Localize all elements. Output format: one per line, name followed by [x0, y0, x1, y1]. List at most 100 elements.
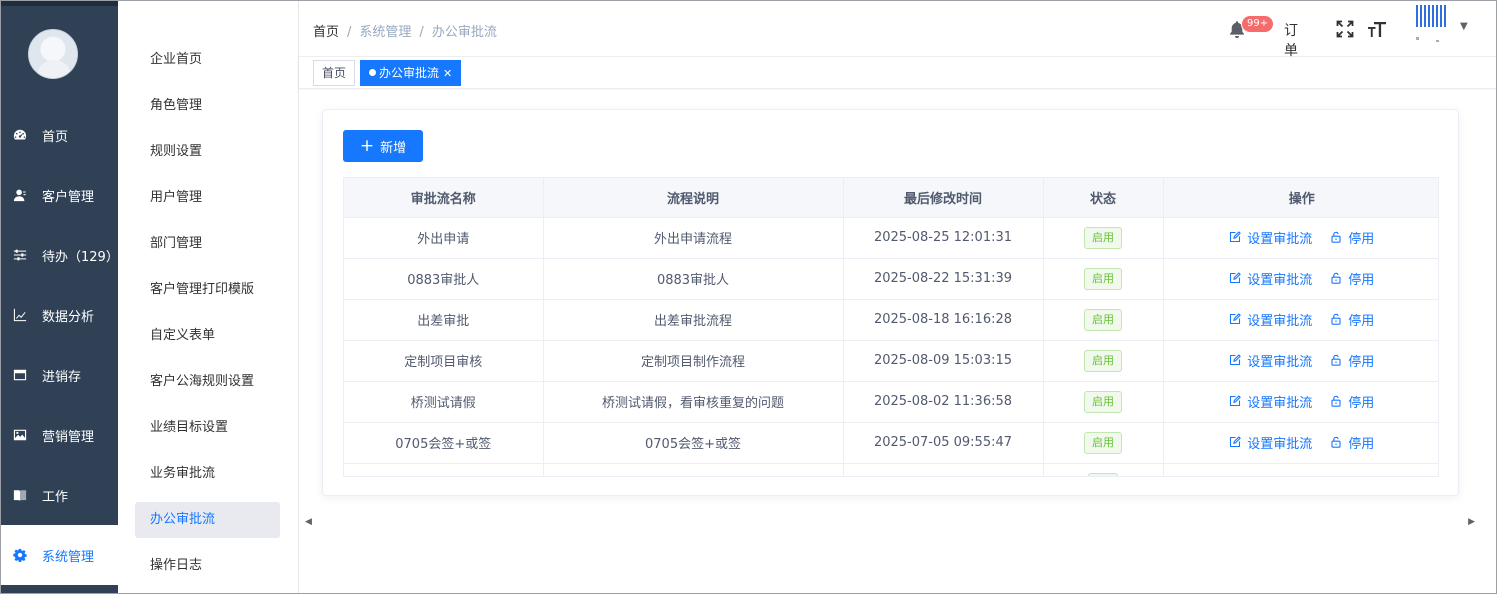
- edit-icon: [1229, 436, 1247, 448]
- sidebar-item-label: 工作: [42, 489, 69, 505]
- cell-actions: 设置审批流 停用: [1163, 258, 1438, 300]
- breadcrumb-home[interactable]: 首页: [313, 25, 339, 40]
- subnav-item[interactable]: 自定义表单: [135, 318, 280, 354]
- configure-flow-label: 设置审批流: [1247, 354, 1313, 370]
- tag-label: 办公审批流: [379, 66, 440, 80]
- disable-link[interactable]: 停用: [1330, 228, 1374, 247]
- table-row: [344, 463, 1438, 476]
- configure-flow-link[interactable]: 设置审批流: [1229, 310, 1312, 329]
- sidebar-item-work[interactable]: 工作: [1, 465, 118, 525]
- configure-flow-link[interactable]: 设置审批流: [1229, 269, 1312, 288]
- status-badge: 启用: [1084, 349, 1122, 372]
- user-avatar[interactable]: [1412, 3, 1448, 45]
- cell-name: 外出申请: [344, 217, 544, 259]
- active-dot: [369, 69, 376, 76]
- cell-modified-time: 2025-08-09 15:03:15: [843, 340, 1044, 382]
- disable-label: 停用: [1348, 354, 1375, 370]
- configure-flow-label: 设置审批流: [1247, 436, 1313, 452]
- unlock-icon: [1330, 395, 1348, 407]
- add-button[interactable]: + 新增: [343, 130, 423, 162]
- configure-flow-link[interactable]: 设置审批流: [1229, 392, 1312, 411]
- subnav-item[interactable]: 客户管理打印模版: [135, 272, 280, 308]
- subnav-item[interactable]: 业绩目标设置: [135, 410, 280, 446]
- cell-actions: 设置审批流 停用: [1163, 422, 1438, 464]
- cell-description: 桥测试请假，看审核重复的问题: [543, 381, 844, 423]
- table-row: 桥测试请假 桥测试请假，看审核重复的问题 2025-08-02 11:36:58 启用…: [344, 381, 1438, 423]
- configure-flow-link[interactable]: 设置审批流: [1229, 228, 1312, 247]
- cell-name: 0883审批人: [344, 258, 544, 300]
- cell-actions: 设置审批流 停用: [1163, 381, 1438, 423]
- breadcrumb-section: 系统管理: [359, 25, 412, 40]
- sliders-icon: [13, 248, 27, 262]
- scroll-left-arrow[interactable]: ◀: [305, 517, 312, 527]
- cell-status: 启用: [1043, 422, 1164, 464]
- table-row: 出差审批 出差审批流程 2025-08-18 16:16:28 启用 设置审批流 停用: [344, 299, 1438, 341]
- disable-link[interactable]: 停用: [1330, 269, 1374, 288]
- disable-link[interactable]: 停用: [1330, 433, 1374, 452]
- sidebar-item-inventory[interactable]: 进销存: [1, 345, 118, 405]
- subnav-item[interactable]: 部门管理: [135, 226, 280, 262]
- disable-link[interactable]: 停用: [1330, 392, 1374, 411]
- fullscreen-icon[interactable]: [1336, 20, 1354, 38]
- sidebar-item-analytics[interactable]: 数据分析: [1, 285, 118, 345]
- subnav-item-active[interactable]: 办公审批流: [135, 502, 280, 538]
- sidebar-item-system[interactable]: 系统管理: [1, 525, 118, 585]
- sidebar-item-label: 营销管理: [42, 429, 95, 445]
- configure-flow-label: 设置审批流: [1247, 395, 1313, 411]
- edit-icon: [1229, 354, 1247, 366]
- sidebar-item-customers[interactable]: 客户管理: [1, 165, 118, 225]
- subnav-item[interactable]: 角色管理: [135, 88, 280, 124]
- cell-name: 出差审批: [344, 299, 544, 341]
- scroll-right-arrow[interactable]: ▶: [1468, 517, 1475, 527]
- status-badge: 启用: [1084, 267, 1122, 290]
- chevron-down-icon[interactable]: ▼: [1460, 21, 1468, 32]
- subnav-item[interactable]: 操作日志: [135, 548, 280, 584]
- cell-description: 外出申请流程: [543, 217, 844, 259]
- cell-modified-time: 2025-08-22 15:31:39: [843, 258, 1044, 300]
- disable-link[interactable]: 停用: [1330, 310, 1374, 329]
- cell-status: 启用: [1043, 217, 1164, 259]
- cell-status: 启用: [1043, 381, 1164, 423]
- subnav-item[interactable]: 规则设置: [135, 134, 280, 170]
- bell-icon[interactable]: 99+: [1227, 15, 1275, 39]
- table-row: 定制项目审核 定制项目制作流程 2025-08-09 15:03:15 启用 设置审批流…: [344, 340, 1438, 382]
- main-content: + 新增 审批流名称 流程说明 最后修改时间 状态 操作 外出申请 外出申请流程…: [299, 90, 1496, 593]
- unlock-icon: [1330, 354, 1348, 366]
- disable-label: 停用: [1348, 313, 1375, 329]
- add-button-label: 新增: [380, 140, 407, 156]
- breadcrumb-separator: /: [347, 25, 352, 40]
- order-link[interactable]: 订单: [1284, 20, 1298, 60]
- font-size-icon[interactable]: [1367, 19, 1387, 39]
- disable-label: 停用: [1348, 436, 1375, 452]
- picture-icon: [13, 428, 27, 442]
- subnav-item[interactable]: 企业首页: [135, 42, 280, 78]
- edit-icon: [1229, 272, 1247, 284]
- configure-flow-label: 设置审批流: [1247, 313, 1313, 329]
- sidebar-item-todo[interactable]: 待办（129）: [1, 225, 119, 285]
- sidebar-item-marketing[interactable]: 营销管理: [1, 405, 118, 465]
- dashboard-icon: [13, 128, 27, 142]
- top-header: 首页 / 系统管理 / 办公审批流 99+ 订单 ▼: [299, 1, 1496, 60]
- disable-link[interactable]: 停用: [1330, 351, 1374, 370]
- subnav-item[interactable]: 用户管理: [135, 180, 280, 216]
- subnav-item[interactable]: 客户公海规则设置: [135, 364, 280, 400]
- column-header: 状态: [1043, 178, 1164, 218]
- subnav-item[interactable]: 业务审批流: [135, 456, 280, 492]
- cell-description: 0883审批人: [543, 258, 844, 300]
- content-card: + 新增 审批流名称 流程说明 最后修改时间 状态 操作 外出申请 外出申请流程…: [322, 109, 1459, 496]
- unlock-icon: [1330, 436, 1348, 448]
- avatar[interactable]: [28, 29, 78, 79]
- status-badge: 启用: [1084, 431, 1122, 454]
- tag-current[interactable]: 办公审批流 ✕: [360, 60, 462, 86]
- unlock-icon: [1330, 231, 1348, 243]
- configure-flow-link[interactable]: 设置审批流: [1229, 433, 1312, 452]
- configure-flow-link[interactable]: 设置审批流: [1229, 351, 1312, 370]
- close-icon[interactable]: ✕: [443, 67, 452, 80]
- notification-badge: 99+: [1241, 15, 1275, 33]
- sidebar-item-home[interactable]: 首页: [1, 105, 118, 165]
- sidebar-top-strip: [1, 1, 118, 6]
- edit-icon: [1229, 395, 1247, 407]
- tag-home[interactable]: 首页: [313, 60, 356, 86]
- horizontal-scrollbar[interactable]: ◀ ▶: [305, 517, 1475, 531]
- column-header: 审批流名称: [344, 178, 544, 218]
